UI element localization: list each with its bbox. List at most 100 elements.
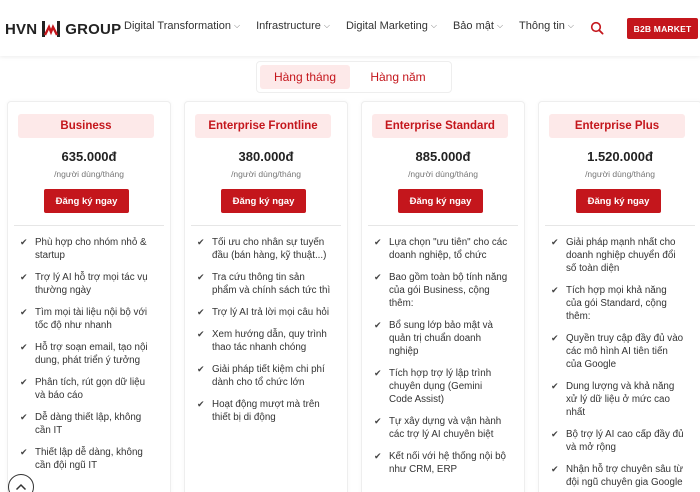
check-icon: ✔: [374, 237, 382, 247]
signup-button[interactable]: Đăng ký ngay: [44, 189, 129, 213]
check-icon: ✔: [197, 272, 205, 282]
check-icon: ✔: [197, 399, 205, 409]
check-icon: ✔: [20, 237, 28, 247]
feature-item: ✔ Bộ trợ lý AI cao cấp đầy đủ và mở rộng: [551, 428, 685, 454]
nav-item-bao-mat[interactable]: Bảo mật ⌵: [453, 20, 503, 32]
feature-item: ✔ Xem hướng dẫn, quy trình thao tác nhanh…: [197, 328, 331, 354]
feature-item: ✔ Kết nối với hệ thống nội bộ như CRM, ER…: [374, 450, 508, 476]
nav-item-digital-transformation[interactable]: Digital Transformation ⌵: [124, 20, 240, 32]
signup-button[interactable]: Đăng ký ngay: [398, 189, 483, 213]
nav-label: Infrastructure: [256, 20, 321, 32]
feature-text: Bao gồm toàn bộ tính năng của gói Busine…: [389, 272, 508, 309]
feature-item: ✔ Nhận hỗ trợ chuyên sâu từ đội ngũ chuyê…: [551, 463, 685, 489]
feature-item: ✔ Tra cứu thông tin sản phẩm và chính sác…: [197, 271, 331, 297]
tab-yearly[interactable]: Hàng năm: [350, 65, 446, 89]
feature-text: Xem hướng dẫn, quy trình thao tác nhanh …: [212, 329, 327, 353]
chevron-down-icon: ⌵: [567, 21, 574, 30]
nav-label: Thông tin: [519, 20, 565, 32]
plan-price: 380.000đ: [238, 149, 294, 164]
check-icon: ✔: [374, 368, 382, 378]
feature-item: ✔ Tích hợp mọi khả năng của gói Standard,…: [551, 284, 685, 323]
plan-card-enterprise-plus: Enterprise Plus 1.520.000đ /người dùng/t…: [538, 101, 700, 492]
feature-text: Hoạt động mượt mà trên thiết bị di động: [212, 399, 320, 423]
feature-item: ✔ Quyền truy cập đầy đủ vào các mô hình A…: [551, 332, 685, 371]
feature-text: Hỗ trợ soạn email, tạo nội dung, phát tr…: [35, 342, 148, 366]
feature-item: ✔ Tối ưu cho nhân sự tuyến đầu (bán hàng,…: [197, 236, 331, 262]
feature-item: ✔ Trợ lý AI hỗ trợ mọi tác vụ thường ngày: [20, 271, 154, 297]
feature-list: ✔ Lựa chọn "ưu tiên" cho các doanh nghiệp…: [374, 236, 508, 485]
feature-item: ✔ Thiết lập dễ dàng, không cần đội ngũ IT: [20, 446, 154, 472]
check-icon: ✔: [20, 272, 28, 282]
divider: [191, 225, 341, 226]
feature-text: Giải pháp mạnh nhất cho doanh nghiệp chu…: [566, 237, 676, 274]
divider: [545, 225, 695, 226]
feature-text: Tự xây dựng và vận hành các trợ lý AI ch…: [389, 416, 502, 440]
plan-name: Enterprise Plus: [549, 114, 685, 138]
feature-text: Giải pháp tiết kiệm chi phí dành cho tổ …: [212, 364, 325, 388]
feature-text: Lựa chọn "ưu tiên" cho các doanh nghiệp,…: [389, 237, 508, 261]
check-icon: ✔: [374, 272, 382, 282]
feature-list: ✔ Tối ưu cho nhân sự tuyến đầu (bán hàng,…: [197, 236, 331, 433]
plan-price: 885.000đ: [415, 149, 471, 164]
check-icon: ✔: [20, 307, 28, 317]
signup-button[interactable]: Đăng ký ngay: [221, 189, 306, 213]
plan-card-enterprise-standard: Enterprise Standard 885.000đ /người dùng…: [361, 101, 525, 492]
check-icon: ✔: [374, 320, 382, 330]
plan-price: 635.000đ: [61, 149, 117, 164]
feature-text: Kết nối với hệ thống nội bộ như CRM, ERP: [389, 451, 506, 475]
check-icon: ✔: [20, 412, 28, 422]
price-unit: /người dùng/tháng: [231, 169, 301, 179]
feature-text: Tìm mọi tài liệu nội bộ với tốc độ như n…: [35, 307, 148, 331]
price-unit: /người dùng/tháng: [408, 169, 478, 179]
check-icon: ✔: [20, 342, 28, 352]
check-icon: ✔: [374, 451, 382, 461]
billing-toggle: Hàng tháng Hàng năm: [256, 61, 452, 93]
feature-item: ✔ Bổ sung lớp bảo mật và quản trị chuẩn d…: [374, 319, 508, 358]
feature-text: Trợ lý AI hỗ trợ mọi tác vụ thường ngày: [35, 272, 148, 296]
nav-item-thong-tin[interactable]: Thông tin ⌵: [519, 20, 574, 32]
b2b-market-button[interactable]: B2B MARKET: [627, 18, 698, 39]
check-icon: ✔: [551, 429, 559, 439]
nav-item-digital-marketing[interactable]: Digital Marketing ⌵: [346, 20, 437, 32]
check-icon: ✔: [551, 381, 559, 391]
signup-button[interactable]: Đăng ký ngay: [576, 189, 661, 213]
nav-item-infrastructure[interactable]: Infrastructure ⌵: [256, 20, 330, 32]
plan-name: Enterprise Standard: [372, 114, 508, 138]
chevron-down-icon: ⌵: [323, 21, 330, 30]
feature-text: Dung lượng và khả năng xử lý dữ liệu ở m…: [566, 381, 675, 418]
feature-item: ✔ Tìm mọi tài liệu nội bộ với tốc độ như …: [20, 306, 154, 332]
plan-name: Business: [18, 114, 154, 138]
feature-text: Phù hợp cho nhóm nhỏ & startup: [35, 237, 147, 261]
check-icon: ✔: [197, 364, 205, 374]
feature-item: ✔ Phân tích, rút gọn dữ liệu và báo cáo: [20, 376, 154, 402]
logo-mark-icon: [40, 20, 62, 38]
plan-price: 1.520.000đ: [587, 149, 653, 164]
feature-text: Bổ sung lớp bảo mật và quản trị chuẩn do…: [389, 320, 493, 357]
main-nav: Digital Transformation ⌵ Infrastructure ⌵ …: [124, 20, 590, 32]
divider: [368, 225, 518, 226]
check-icon: ✔: [197, 307, 205, 317]
logo[interactable]: HVN GROUP: [5, 18, 121, 40]
plan-name: Enterprise Frontline: [195, 114, 331, 138]
feature-item: ✔ Tích hợp trợ lý lập trình chuyên dụng (…: [374, 367, 508, 406]
nav-label: Digital Marketing: [345, 20, 428, 32]
feature-item: ✔ Lựa chọn "ưu tiên" cho các doanh nghiệp…: [374, 236, 508, 262]
price-unit: /người dùng/tháng: [585, 169, 655, 179]
feature-item: ✔ Tự xây dựng và vận hành các trợ lý AI c…: [374, 415, 508, 441]
check-icon: ✔: [551, 285, 559, 295]
chevron-up-icon: [15, 478, 27, 492]
feature-item: ✔ Bao gồm toàn bộ tính năng của gói Busin…: [374, 271, 508, 310]
feature-list: ✔ Giải pháp mạnh nhất cho doanh nghiệp ch…: [551, 236, 685, 492]
feature-item: ✔ Trợ lý AI trả lời mọi câu hỏi: [197, 306, 331, 319]
chevron-down-icon: ⌵: [234, 21, 241, 30]
logo-text-right: GROUP: [65, 20, 122, 38]
feature-text: Thiết lập dễ dàng, không cần đội ngũ IT: [35, 447, 143, 471]
search-icon[interactable]: [590, 21, 604, 35]
feature-text: Quyền truy cập đầy đủ vào các mô hình AI…: [566, 333, 684, 370]
feature-item: ✔ Giải pháp mạnh nhất cho doanh nghiệp ch…: [551, 236, 685, 275]
tab-monthly[interactable]: Hàng tháng: [260, 65, 350, 89]
nav-label: Bảo mật: [452, 20, 494, 32]
feature-item: ✔ Hoạt động mượt mà trên thiết bị di động: [197, 398, 331, 424]
price-unit: /người dùng/tháng: [54, 169, 124, 179]
feature-item: ✔ Phù hợp cho nhóm nhỏ & startup: [20, 236, 154, 262]
